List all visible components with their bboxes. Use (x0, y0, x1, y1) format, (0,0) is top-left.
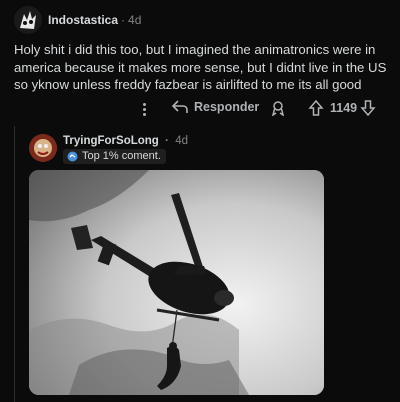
separator-dot: · (121, 13, 126, 27)
comment-time: 4d (128, 13, 142, 27)
reply-label: Responder (194, 100, 260, 114)
user-flair: Top 1% coment. (63, 149, 166, 164)
comment-body: Holy shit i did this too, but I imagined… (14, 42, 387, 92)
thread-line[interactable] (14, 126, 15, 402)
flair-icon (67, 151, 78, 161)
reply-image[interactable] (29, 170, 324, 395)
upvote-icon[interactable] (308, 99, 324, 119)
comment-header: Indostastica · 4d (14, 6, 141, 34)
helicopter-photo (29, 170, 324, 395)
flair-text: Top 1% coment. (82, 150, 161, 162)
reply-username[interactable]: TryingForSoLong (63, 135, 159, 147)
avatar[interactable] (14, 6, 42, 34)
avatar[interactable] (29, 134, 57, 162)
more-icon[interactable] (139, 98, 149, 120)
reply-button[interactable]: Responder (172, 100, 259, 114)
reply-user-line: TryingForSoLong · 4d (63, 133, 188, 147)
comment-actions: Responder 1149 (0, 98, 400, 120)
score-count: 1149 (330, 101, 358, 115)
reply-icon (172, 100, 188, 113)
comment-username[interactable]: Indostastica (48, 13, 118, 27)
award-icon[interactable] (270, 100, 286, 119)
downvote-icon[interactable] (360, 100, 376, 119)
separator-dot: · (165, 133, 170, 147)
reply-time: 4d (175, 135, 189, 147)
